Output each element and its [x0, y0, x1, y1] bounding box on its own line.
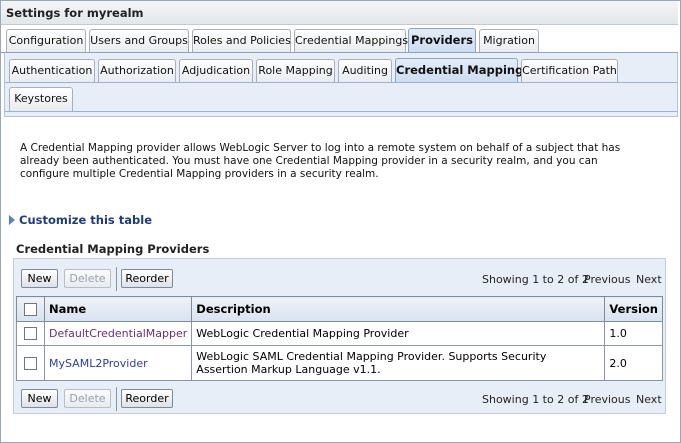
tab-users-and-groups[interactable]: Users and Groups — [89, 29, 189, 53]
tab-keystores[interactable]: Keystores — [9, 87, 73, 111]
delete-button[interactable]: Delete — [64, 269, 111, 288]
tab-providers[interactable]: Providers — [408, 28, 476, 53]
table-header-row: Name Description Version — [16, 296, 663, 322]
select-all-header — [16, 296, 45, 322]
tab-adjudication[interactable]: Adjudication — [179, 59, 253, 83]
subtab-row-divider — [5, 82, 677, 83]
table-row: DefaultCredentialMapper WebLogic Credent… — [16, 321, 663, 346]
previous-link[interactable]: Previous — [584, 273, 631, 286]
table-title: Credential Mapping Providers — [16, 242, 210, 256]
column-header-name[interactable]: Name — [43, 296, 193, 322]
next-link[interactable]: Next — [636, 273, 662, 286]
title-bar: Settings for myrealm — [1, 1, 678, 25]
tab-authorization[interactable]: Authorization — [98, 59, 176, 83]
tab-authentication[interactable]: Authentication — [9, 59, 95, 83]
row-checkbox[interactable] — [24, 327, 37, 341]
table-row: MySAML2Provider WebLogic SAML Credential… — [16, 345, 663, 381]
provider-name-link[interactable]: MySAML2Provider — [49, 357, 148, 370]
toolbar-separator-bottom — [116, 387, 117, 411]
description-cell: WebLogic Credential Mapping Provider — [191, 321, 606, 346]
window-title: Settings for myrealm — [6, 6, 144, 20]
row-select-cell — [16, 345, 45, 381]
customize-table-label: Customize this table — [19, 213, 152, 227]
delete-button-bottom[interactable]: Delete — [64, 389, 111, 408]
column-header-version[interactable]: Version — [604, 296, 663, 322]
providers-table: Name Description Version DefaultCredenti… — [16, 296, 663, 381]
name-cell: DefaultCredentialMapper — [43, 321, 193, 346]
tab-certification-path[interactable]: Certification Path — [521, 59, 618, 83]
tab-credential-mapping[interactable]: Credential Mapping — [395, 58, 523, 83]
description-cell: WebLogic SAML Credential Mapping Provide… — [191, 345, 606, 381]
customize-table-link[interactable]: Customize this table — [9, 213, 152, 227]
new-button[interactable]: New — [21, 269, 58, 288]
previous-link-bottom[interactable]: Previous — [584, 393, 631, 406]
page-description: A Credential Mapping provider allows Web… — [20, 142, 621, 180]
paging-info-bottom: Showing 1 to 2 of 2 — [482, 393, 589, 406]
tab-configuration[interactable]: Configuration — [6, 29, 86, 53]
reorder-button-bottom[interactable]: Reorder — [121, 389, 173, 408]
tab-migration[interactable]: Migration — [479, 29, 539, 53]
new-button-bottom[interactable]: New — [21, 389, 58, 408]
name-cell: MySAML2Provider — [43, 345, 193, 381]
tab-role-mapping[interactable]: Role Mapping — [256, 59, 335, 83]
next-link-bottom[interactable]: Next — [636, 393, 662, 406]
version-cell: 2.0 — [604, 345, 663, 381]
version-cell: 1.0 — [604, 321, 663, 346]
reorder-button[interactable]: Reorder — [121, 269, 173, 288]
column-header-description[interactable]: Description — [191, 296, 606, 322]
subtab-bottom-divider — [5, 111, 677, 112]
select-all-checkbox[interactable] — [24, 303, 37, 316]
tab-roles-and-policies[interactable]: Roles and Policies — [192, 29, 291, 53]
row-select-cell — [16, 321, 45, 346]
row-checkbox[interactable] — [24, 356, 37, 370]
tab-credential-mappings[interactable]: Credential Mappings — [294, 29, 408, 53]
expand-triangle-icon — [9, 215, 15, 225]
tab-auditing[interactable]: Auditing — [338, 59, 392, 83]
paging-info: Showing 1 to 2 of 2 — [482, 273, 589, 286]
provider-name-link[interactable]: DefaultCredentialMapper — [49, 327, 187, 340]
toolbar-separator — [116, 267, 117, 291]
